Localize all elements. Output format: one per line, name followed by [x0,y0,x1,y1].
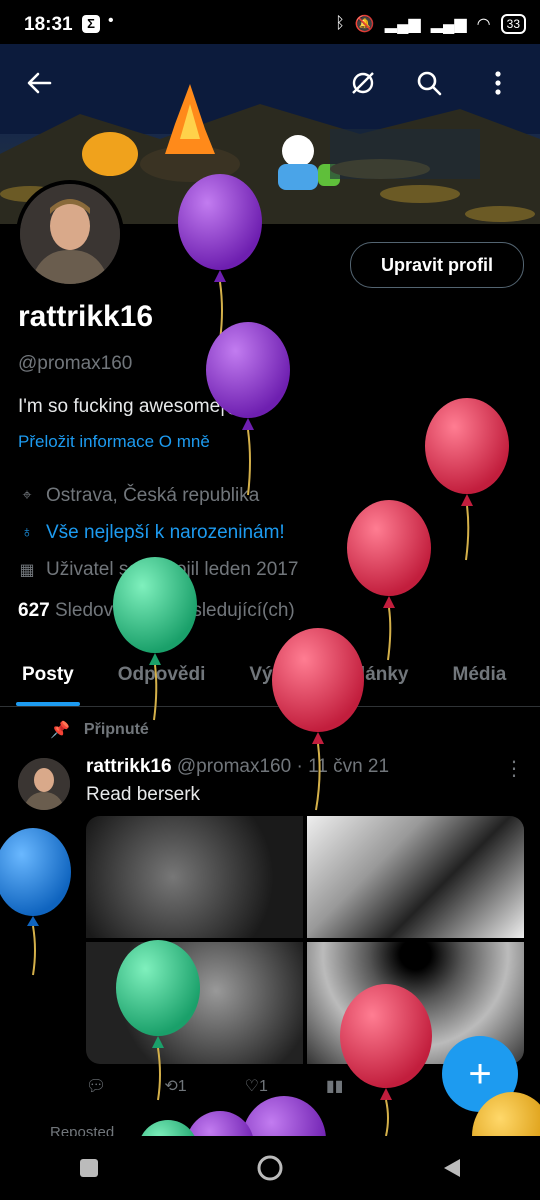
back-nav-button[interactable] [440,1157,462,1179]
balloon-red-1 [425,398,509,561]
birthday-balloons-overlay [0,174,540,1136]
balloon-blue-1 [0,828,71,976]
recents-button[interactable] [78,1157,100,1179]
balloon-green-1 [113,557,197,721]
balloon-yellow-1 [472,1092,540,1136]
balloon-red-3 [272,628,364,811]
balloon-green-2 [116,940,200,1101]
balloon-red-4 [340,984,432,1136]
balloon-green-3 [141,1120,195,1136]
balloon-red-2 [347,500,431,661]
home-button[interactable] [256,1154,284,1182]
system-navigation-bar [0,1136,540,1200]
balloon-purple-1 [178,174,262,341]
balloon-purple-3 [242,1096,326,1136]
balloon-purple-2 [206,322,290,496]
balloon-purple-4 [187,1111,253,1136]
